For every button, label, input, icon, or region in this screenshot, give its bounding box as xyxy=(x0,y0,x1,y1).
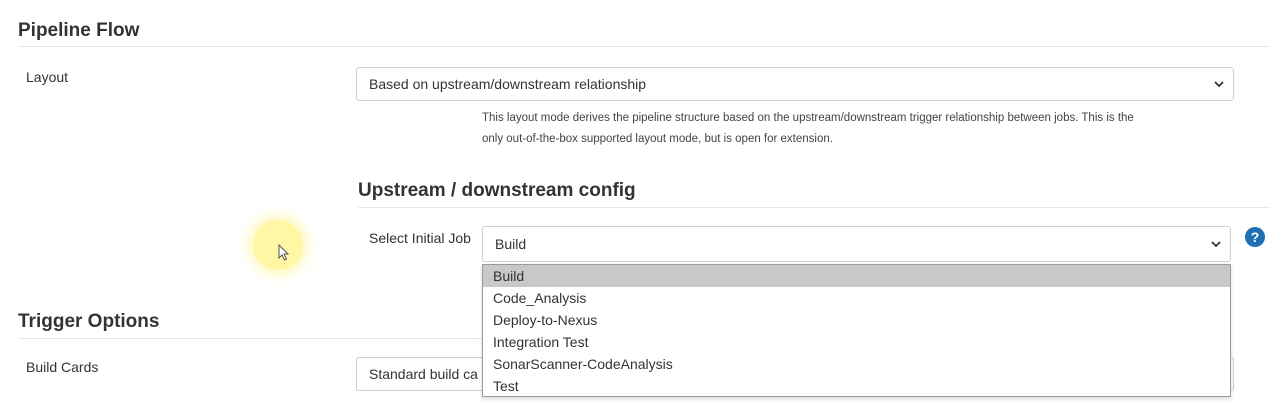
dropdown-option-test[interactable]: Test xyxy=(483,375,1230,397)
chevron-down-icon xyxy=(1214,81,1224,88)
mouse-pointer-icon xyxy=(278,244,290,261)
initial-job-label: Select Initial Job xyxy=(369,230,471,246)
dropdown-option-deploy-to-nexus[interactable]: Deploy-to-Nexus xyxy=(483,309,1230,331)
initial-job-select[interactable]: Build xyxy=(482,226,1231,262)
build-cards-label: Build Cards xyxy=(26,359,99,375)
layout-help-line-2: only out-of-the-box supported layout mod… xyxy=(482,133,833,145)
help-icon[interactable]: ? xyxy=(1245,227,1265,247)
pipeline-flow-divider xyxy=(18,46,1270,47)
dropdown-option-code-analysis[interactable]: Code_Analysis xyxy=(483,287,1230,309)
initial-job-select-value: Build xyxy=(495,236,527,252)
layout-help-line-1: This layout mode derives the pipeline st… xyxy=(482,112,1134,124)
dropdown-option-build[interactable]: Build xyxy=(483,265,1230,287)
jenkins-config-page: Pipeline Flow Layout Based on upstream/d… xyxy=(0,0,1283,405)
upstream-config-heading: Upstream / downstream config xyxy=(358,180,636,201)
dropdown-option-sonarscanner-codeanalysis[interactable]: SonarScanner-CodeAnalysis xyxy=(483,353,1230,375)
pipeline-flow-heading: Pipeline Flow xyxy=(18,20,140,41)
initial-job-dropdown: Build Code_Analysis Deploy-to-Nexus Inte… xyxy=(482,264,1231,397)
layout-label: Layout xyxy=(26,69,69,85)
chevron-down-icon xyxy=(1211,241,1221,248)
layout-select-value: Based on upstream/downstream relationshi… xyxy=(369,76,647,92)
upstream-config-divider xyxy=(358,207,1270,208)
dropdown-option-integration-test[interactable]: Integration Test xyxy=(483,331,1230,353)
trigger-options-divider xyxy=(18,338,482,339)
layout-select[interactable]: Based on upstream/downstream relationshi… xyxy=(356,67,1234,101)
build-cards-select-value: Standard build ca xyxy=(369,366,478,382)
trigger-options-heading: Trigger Options xyxy=(18,311,160,332)
